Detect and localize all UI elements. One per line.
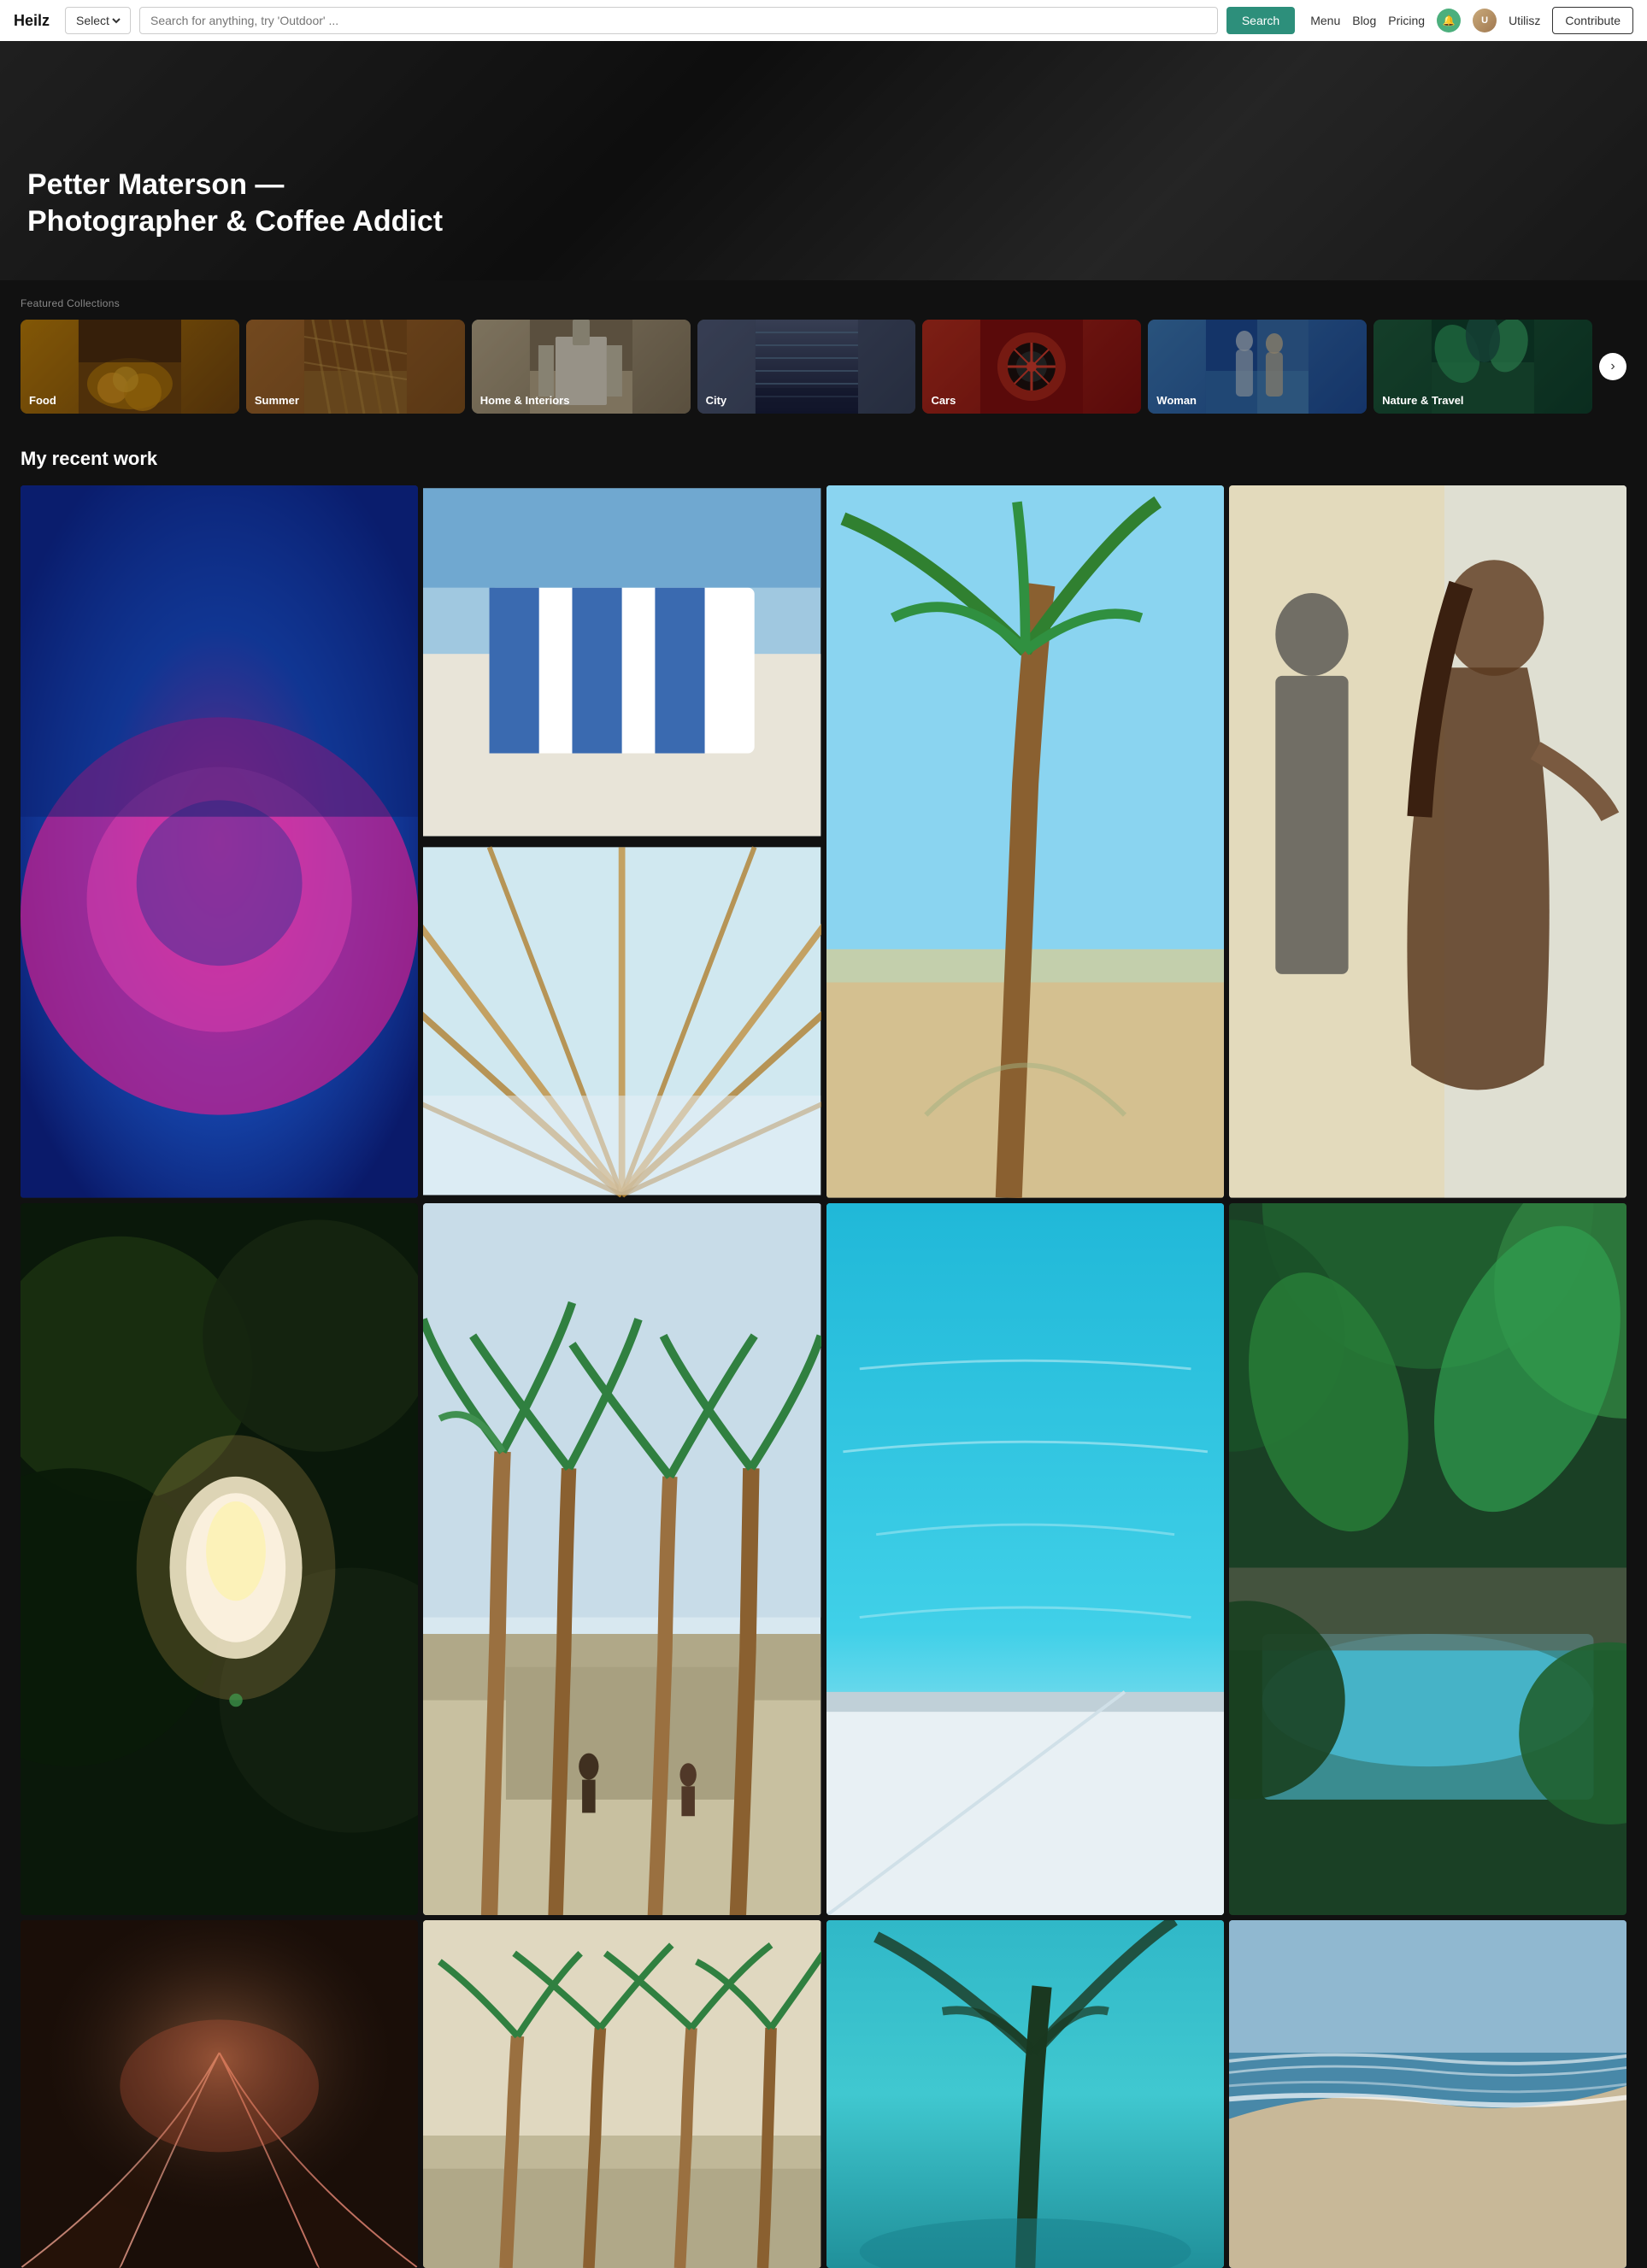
- photo-straw-umbrella[interactable]: [423, 844, 821, 1198]
- navbar: Heilz Select Search Menu Blog Pricing 🔔 …: [0, 0, 1647, 41]
- hero-overlay: [0, 41, 1647, 280]
- recent-work-title: My recent work: [21, 448, 1626, 470]
- collection-food-label: Food: [29, 394, 56, 407]
- collection-food[interactable]: Food: [21, 320, 239, 414]
- featured-label: Featured Collections: [21, 297, 1626, 309]
- photo-tropical2[interactable]: [826, 1920, 1224, 2268]
- collection-cars-label: Cars: [931, 394, 956, 407]
- photo-pool[interactable]: [826, 1203, 1224, 1916]
- collection-home[interactable]: Home & Interiors: [472, 320, 691, 414]
- recent-work-section: My recent work: [0, 427, 1647, 2268]
- collection-woman-label: Woman: [1156, 394, 1197, 407]
- search-input[interactable]: [139, 7, 1218, 34]
- blog-link[interactable]: Blog: [1352, 14, 1376, 27]
- photo-aerial-beach[interactable]: [1229, 1920, 1626, 2268]
- hero-content: Petter Materson — Photographer & Coffee …: [27, 167, 443, 239]
- notification-avatar[interactable]: 🔔: [1437, 9, 1461, 32]
- photo-tropical-garden[interactable]: [1229, 1203, 1626, 1916]
- nav-links: Menu Blog Pricing 🔔 U Utilisz Contribute: [1310, 7, 1633, 34]
- collection-cars[interactable]: Cars: [922, 320, 1141, 414]
- photo-palms-walk[interactable]: [423, 1920, 821, 2268]
- collection-city[interactable]: City: [697, 320, 916, 414]
- collections-row: Food Summer: [21, 320, 1626, 414]
- menu-link[interactable]: Menu: [1310, 14, 1340, 27]
- hero-title: Petter Materson — Photographer & Coffee …: [27, 167, 443, 239]
- site-logo: Heilz: [14, 12, 50, 30]
- category-select[interactable]: Select: [73, 13, 123, 28]
- collection-summer[interactable]: Summer: [246, 320, 465, 414]
- collection-home-label: Home & Interiors: [480, 394, 570, 407]
- contribute-button[interactable]: Contribute: [1552, 7, 1633, 34]
- collection-summer-label: Summer: [255, 394, 299, 407]
- photo-beach-chair[interactable]: [423, 485, 821, 839]
- photo-pink-palm[interactable]: [21, 1920, 418, 2268]
- hero-section: Petter Materson — Photographer & Coffee …: [0, 41, 1647, 280]
- user-avatar[interactable]: U: [1473, 9, 1497, 32]
- photo-woman-window[interactable]: [1229, 485, 1626, 1198]
- photo-lantern[interactable]: [21, 1203, 418, 1916]
- collections-next-arrow[interactable]: ›: [1599, 353, 1626, 380]
- photo-palm-tropical[interactable]: [826, 485, 1224, 1198]
- collection-nature[interactable]: Nature & Travel: [1373, 320, 1592, 414]
- collection-city-overlay: [697, 320, 916, 414]
- category-select-wrapper[interactable]: Select: [65, 7, 131, 34]
- search-button[interactable]: Search: [1226, 7, 1295, 34]
- photo-grid: [21, 485, 1626, 2268]
- photo-abstract[interactable]: [21, 485, 418, 1198]
- collection-nature-label: Nature & Travel: [1382, 394, 1463, 407]
- collection-city-label: City: [706, 394, 727, 407]
- user-name-link[interactable]: Utilisz: [1509, 14, 1540, 27]
- pricing-link[interactable]: Pricing: [1388, 14, 1425, 27]
- photo-palms-boulevard[interactable]: [423, 1203, 821, 1916]
- collection-woman[interactable]: Woman: [1148, 320, 1367, 414]
- featured-collections-section: Featured Collections Food: [0, 280, 1647, 427]
